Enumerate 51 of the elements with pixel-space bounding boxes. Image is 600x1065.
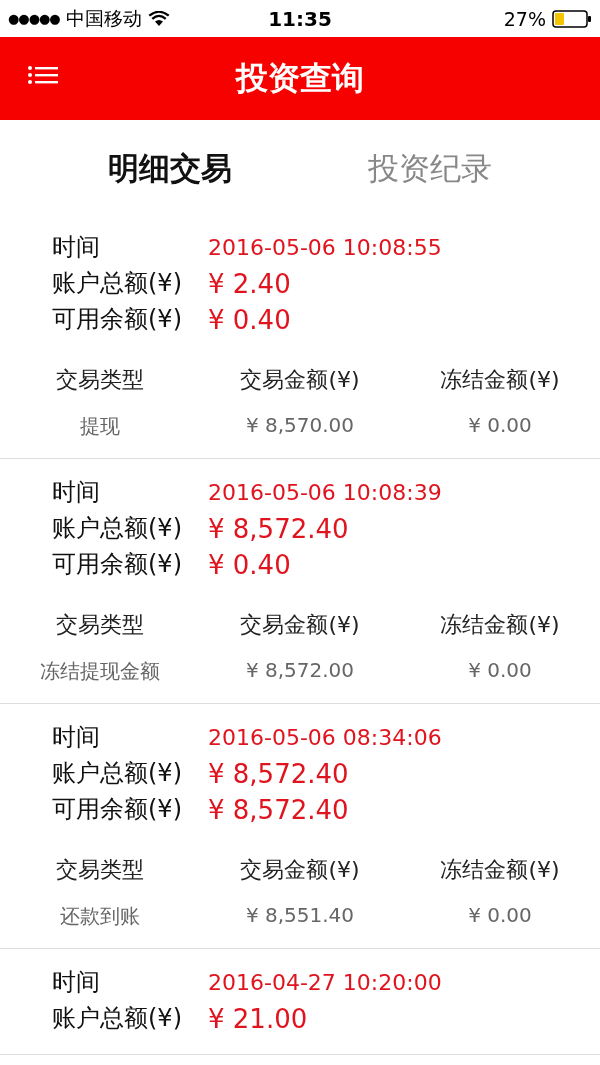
table-cell-text: ¥ 8,572.00 (244, 658, 356, 684)
field-label: 时间 (52, 477, 101, 508)
column-header: 交易类型 (55, 366, 145, 394)
field-label: 可用余额(¥) (52, 549, 183, 580)
field-value: ¥ 0.40 (208, 304, 292, 335)
signal-dots: ●●●●● (8, 11, 60, 26)
column-header: 交易类型 (55, 611, 145, 639)
field-label: 账户总额(¥) (52, 1003, 183, 1034)
carrier-name: 中国移动 (65, 5, 142, 31)
field-value: 2016-05-06 08:34:06 (208, 725, 443, 750)
column-header: 冻结金额(¥) (439, 611, 561, 639)
field-value: ¥ 2.40 (208, 268, 292, 299)
table-cell-text: ¥ 0.00 (467, 413, 533, 439)
field-value: ¥ 0.40 (208, 549, 292, 580)
field-value: 2016-05-06 10:08:39 (208, 480, 443, 505)
field-label: 账户总额(¥) (52, 758, 183, 789)
table-cell-text: ¥ 8,570.00 (244, 413, 356, 439)
field-value: 2016-04-27 10:20:00 (208, 970, 443, 995)
table-cell-text: ¥ 8,551.40 (244, 903, 356, 929)
table-cell-text: ¥ 0.00 (467, 903, 533, 929)
menu-button[interactable] (26, 63, 60, 87)
column-header: 冻结金额(¥) (439, 856, 561, 884)
menu-icon (28, 65, 58, 85)
column-header: 交易金额(¥) (239, 611, 361, 639)
field-value: ¥ 8,572.40 (208, 758, 350, 789)
field-label: 可用余额(¥) (52, 304, 183, 335)
battery-percent: 27% (503, 7, 546, 30)
field-label: 账户总额(¥) (52, 268, 183, 299)
field-label: 时间 (52, 967, 101, 998)
field-label: 账户总额(¥) (52, 513, 183, 544)
tab[interactable]: 投资纪录 (358, 142, 502, 196)
battery-icon (552, 9, 592, 28)
table-cell-text: 提现 (79, 413, 121, 440)
table-cell-text: ¥ 0.00 (467, 658, 533, 684)
clock-time: 11:35 (268, 6, 332, 31)
field-value: ¥ 8,572.40 (208, 513, 350, 544)
field-value: ¥ 8,572.40 (208, 794, 350, 825)
field-value: ¥ 21.00 (208, 1003, 309, 1034)
tab[interactable]: 明细交易 (98, 142, 242, 196)
table-cell-text: 冻结提现金额 (39, 658, 161, 685)
column-header: 交易金额(¥) (239, 856, 361, 884)
table-cell-text: 还款到账 (59, 903, 141, 930)
field-value: 2016-05-06 10:08:55 (208, 235, 443, 260)
field-label: 时间 (52, 232, 101, 263)
field-label: 可用余额(¥) (52, 794, 183, 825)
field-label: 时间 (52, 722, 101, 753)
column-header: 交易金额(¥) (239, 366, 361, 394)
column-header: 冻结金额(¥) (439, 366, 561, 394)
page-title: 投资查询 (236, 57, 364, 99)
wifi-icon (147, 10, 170, 27)
column-header: 交易类型 (55, 856, 145, 884)
